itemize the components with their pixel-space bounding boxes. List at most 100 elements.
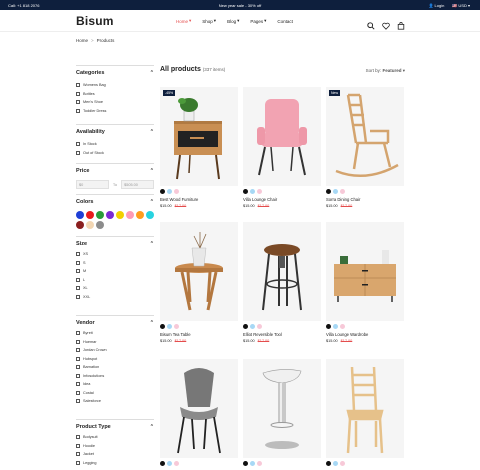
- filter-option[interactable]: Out of Stock: [76, 149, 154, 158]
- product-image[interactable]: [243, 222, 321, 321]
- filter-option[interactable]: Toddler Dress: [76, 107, 154, 116]
- filter-option[interactable]: Huemar: [76, 338, 154, 347]
- heart-icon[interactable]: [382, 17, 390, 30]
- logo[interactable]: Bisum: [76, 14, 114, 28]
- checkbox[interactable]: [76, 150, 80, 155]
- product-card[interactable]: Villa Lounge Wardrobe $15.00 $17.00: [326, 222, 404, 343]
- filter-option[interactable]: Infosolutions: [76, 372, 154, 381]
- filter-price-header[interactable]: Price ⌃: [76, 164, 154, 174]
- checkbox[interactable]: [76, 460, 80, 465]
- filter-option[interactable]: Womens Bag: [76, 81, 154, 90]
- color-option[interactable]: [340, 189, 345, 194]
- color-swatch[interactable]: [106, 211, 114, 219]
- color-option[interactable]: [326, 461, 331, 466]
- filter-option[interactable]: Hoodie: [76, 442, 154, 451]
- filter-option[interactable]: Jacket: [76, 450, 154, 459]
- color-option[interactable]: [257, 189, 262, 194]
- search-icon[interactable]: [367, 17, 375, 30]
- color-option[interactable]: [250, 324, 255, 329]
- product-image[interactable]: -45%: [160, 87, 238, 186]
- filter-option[interactable]: Legging: [76, 459, 154, 468]
- color-option[interactable]: [243, 461, 248, 466]
- checkbox[interactable]: [76, 91, 80, 96]
- filter-option[interactable]: Bottles: [76, 90, 154, 99]
- product-image[interactable]: [160, 359, 238, 458]
- color-option[interactable]: [326, 189, 331, 194]
- product-image[interactable]: [326, 222, 404, 321]
- filter-vendor-header[interactable]: Vendor ⌃: [76, 316, 154, 326]
- product-name[interactable]: Villa Lounge Chair: [243, 197, 321, 202]
- color-option[interactable]: [174, 461, 179, 466]
- filter-option[interactable]: Men's Shoe: [76, 98, 154, 107]
- product-card[interactable]: Villa Lounge Chair $15.00 $17.00: [243, 87, 321, 208]
- color-option[interactable]: [257, 324, 262, 329]
- cart-icon[interactable]: [397, 17, 405, 30]
- color-option[interactable]: [326, 324, 331, 329]
- product-image[interactable]: New: [326, 87, 404, 186]
- checkbox[interactable]: [76, 435, 80, 440]
- product-image[interactable]: [326, 359, 404, 458]
- color-option[interactable]: [174, 324, 179, 329]
- filter-option[interactable]: Bodysuit: [76, 433, 154, 442]
- color-swatch[interactable]: [96, 211, 104, 219]
- product-image[interactable]: [243, 87, 321, 186]
- filter-categories-header[interactable]: Categories ⌃: [76, 66, 154, 76]
- checkbox[interactable]: [76, 443, 80, 448]
- product-name[interactable]: Bisum Tea Table: [160, 332, 238, 337]
- filter-option[interactable]: In Stock: [76, 140, 154, 149]
- checkbox[interactable]: [76, 277, 80, 282]
- color-swatch[interactable]: [136, 211, 144, 219]
- color-option[interactable]: [243, 189, 248, 194]
- checkbox[interactable]: [76, 365, 80, 370]
- color-swatch[interactable]: [116, 211, 124, 219]
- color-option[interactable]: [160, 461, 165, 466]
- sort-dropdown[interactable]: Sort by: Featured ▾: [366, 68, 405, 74]
- checkbox[interactable]: [76, 390, 80, 395]
- nav-pages[interactable]: Pages ▾: [250, 18, 266, 24]
- color-swatch[interactable]: [126, 211, 134, 219]
- color-option[interactable]: [250, 461, 255, 466]
- product-card[interactable]: Bisum Tea Table $15.00 $17.00: [160, 222, 238, 343]
- product-card[interactable]: [243, 359, 321, 466]
- color-option[interactable]: [257, 461, 262, 466]
- product-name[interactable]: Sorra Dining Chair: [326, 197, 404, 202]
- filter-option[interactable]: Costal: [76, 389, 154, 398]
- color-swatch[interactable]: [146, 211, 154, 219]
- checkbox[interactable]: [76, 382, 80, 387]
- product-name[interactable]: Villa Lounge Wardrobe: [326, 332, 404, 337]
- color-swatch[interactable]: [86, 211, 94, 219]
- color-option[interactable]: [333, 324, 338, 329]
- color-swatch[interactable]: [76, 211, 84, 219]
- filter-option[interactable]: S: [76, 259, 154, 268]
- color-option[interactable]: [167, 324, 172, 329]
- product-card[interactable]: [160, 359, 238, 466]
- filter-colors-header[interactable]: Colors ⌃: [76, 195, 154, 205]
- checkbox[interactable]: [76, 452, 80, 457]
- product-image[interactable]: [243, 359, 321, 458]
- nav-shop[interactable]: Shop ▾: [202, 18, 216, 24]
- product-name[interactable]: Elliot Reversible Tool: [243, 332, 321, 337]
- filter-option[interactable]: Idea: [76, 380, 154, 389]
- checkbox[interactable]: [76, 83, 80, 88]
- filter-option[interactable]: Byreit: [76, 329, 154, 338]
- product-image[interactable]: [160, 222, 238, 321]
- product-card[interactable]: -45% Best Wood Furniture $15.00 $17.00: [160, 87, 238, 208]
- checkbox[interactable]: [76, 100, 80, 105]
- color-option[interactable]: [333, 461, 338, 466]
- filter-option[interactable]: M: [76, 267, 154, 276]
- checkbox[interactable]: [76, 294, 80, 299]
- filter-option[interactable]: Barnation: [76, 363, 154, 372]
- checkbox[interactable]: [76, 356, 80, 361]
- color-option[interactable]: [340, 461, 345, 466]
- checkbox[interactable]: [76, 348, 80, 353]
- color-option[interactable]: [174, 189, 179, 194]
- checkbox[interactable]: [76, 399, 80, 404]
- currency-selector[interactable]: 🇺🇸 USD ▾: [452, 3, 470, 8]
- price-from-input[interactable]: $0: [76, 180, 109, 189]
- color-option[interactable]: [160, 324, 165, 329]
- breadcrumb-home[interactable]: Home: [76, 38, 88, 43]
- nav-blog[interactable]: Blog ▾: [227, 18, 239, 24]
- product-card[interactable]: New Sorra Dining Chair $15.00 $17.00: [326, 87, 404, 208]
- checkbox[interactable]: [76, 108, 80, 113]
- checkbox[interactable]: [76, 142, 80, 147]
